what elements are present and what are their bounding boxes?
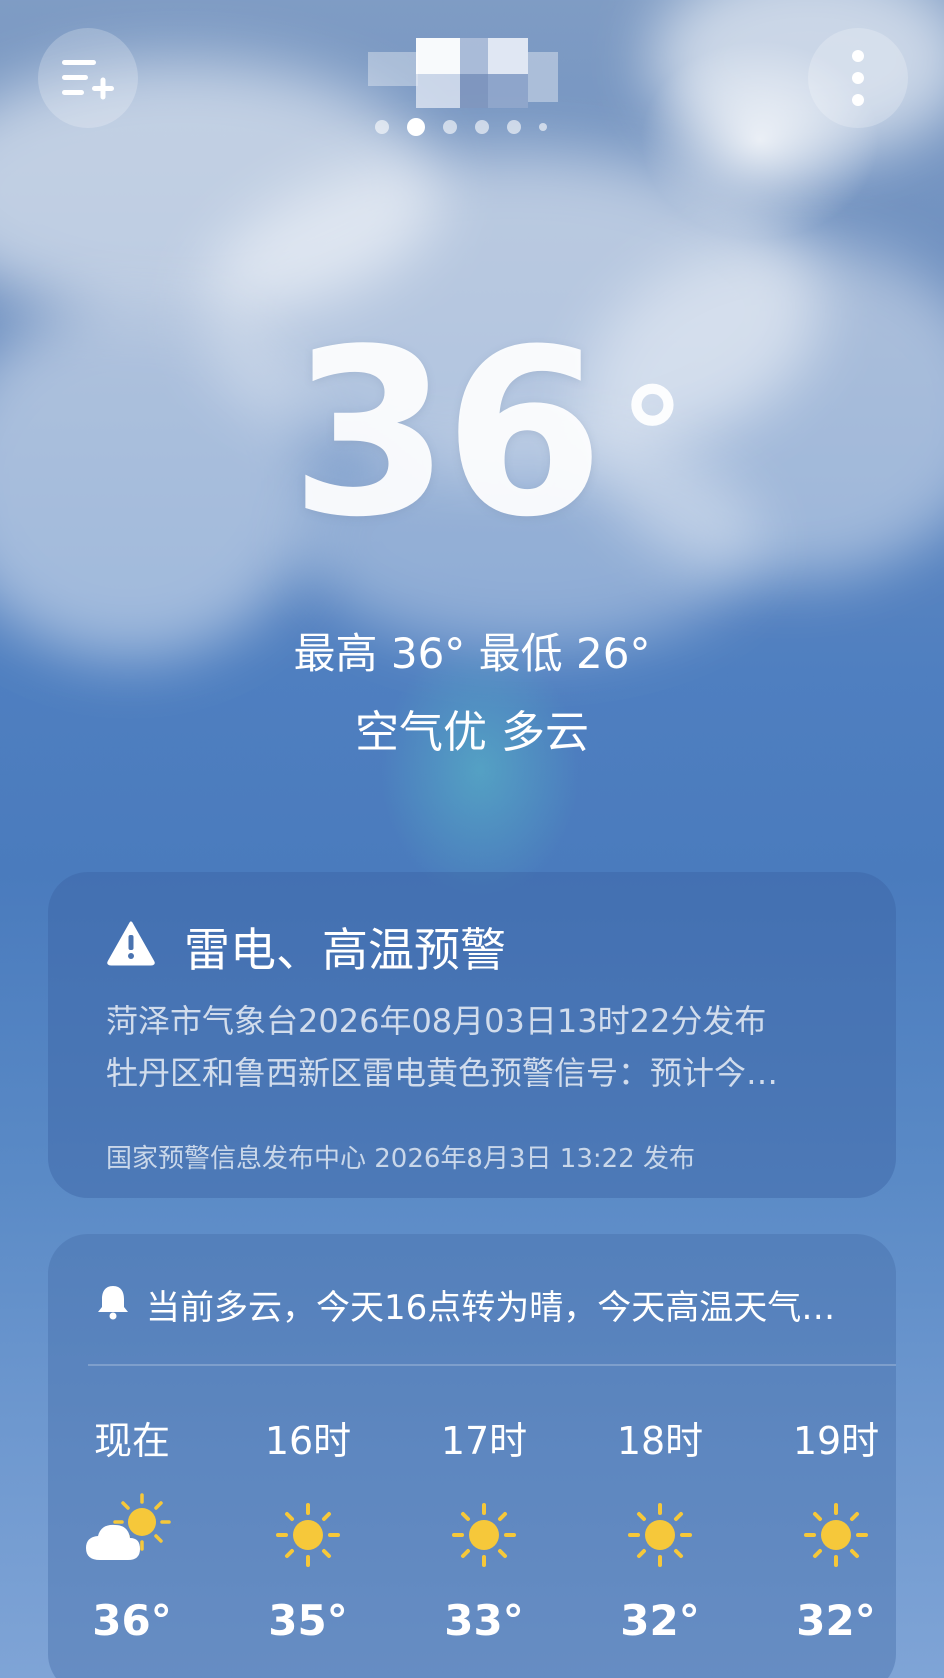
high-low-temperature: 最高 36° 最低 26° <box>293 629 651 678</box>
weather-alert-card[interactable]: 雷电、高温预警 菏泽市气象台2026年08月03日13时22分发布 牡丹区和鲁西… <box>48 872 896 1198</box>
hour-temp: 32° <box>620 1596 700 1645</box>
hour-label: 19时 <box>792 1419 880 1463</box>
hour-item-now[interactable]: 现在 36° <box>72 1410 192 1645</box>
alert-source: 国家预警信息发布中心 2026年8月3日 13:22 发布 <box>106 1144 695 1174</box>
hour-temp: 33° <box>444 1596 524 1645</box>
hour-item-18[interactable]: 18时 32° <box>600 1410 720 1645</box>
hourly-forecast-card[interactable]: 当前多云，今天16点转为晴，今天高温天气… 现在 36° 16时 35° 17时… <box>48 1234 896 1678</box>
hour-label: 16时 <box>264 1419 352 1463</box>
page-dot <box>375 120 389 134</box>
page-dot <box>539 123 547 131</box>
divider <box>88 1364 896 1366</box>
add-city-button[interactable] <box>38 28 138 128</box>
hour-label: 现在 <box>93 1419 170 1463</box>
page-dot <box>507 120 521 134</box>
partly-cloudy-icon <box>86 1493 171 1560</box>
page-dot-active <box>407 118 425 136</box>
more-vertical-icon <box>852 50 864 106</box>
page-indicator <box>375 118 547 136</box>
hour-temp: 35° <box>268 1596 348 1645</box>
degree-symbol: ° <box>620 360 685 512</box>
page-dot <box>443 120 457 134</box>
hour-item-16[interactable]: 16时 35° <box>248 1410 368 1645</box>
hour-item-19[interactable]: 19时 32° <box>776 1410 896 1645</box>
alert-issuer-line: 菏泽市气象台2026年08月03日13时22分发布 <box>106 1002 767 1040</box>
hour-temp: 36° <box>92 1596 172 1645</box>
more-options-button[interactable] <box>808 28 908 128</box>
alert-description-line: 牡丹区和鲁西新区雷电黄色预警信号：预计今… <box>106 1054 779 1092</box>
air-quality-condition: 空气优 多云 <box>355 707 589 758</box>
forecast-summary: 当前多云，今天16点转为晴，今天高温天气… <box>146 1288 836 1328</box>
hour-label: 18时 <box>616 1419 704 1463</box>
current-temperature: 36 <box>290 301 604 568</box>
sun-icon <box>628 1503 692 1567</box>
warning-triangle-icon <box>107 921 155 966</box>
city-name-pixelated <box>368 38 588 110</box>
sun-icon <box>452 1503 516 1567</box>
alert-title: 雷电、高温预警 <box>184 923 506 977</box>
hour-label: 17时 <box>440 1419 528 1463</box>
hour-temp: 32° <box>796 1596 876 1645</box>
hourly-list: 现在 36° 16时 35° 17时 33° 18时 32° 19时 32° <box>48 1410 896 1660</box>
bell-icon <box>98 1286 128 1320</box>
list-add-icon <box>62 60 114 100</box>
sun-icon <box>276 1503 340 1567</box>
page-dot <box>475 120 489 134</box>
hour-item-17[interactable]: 17时 33° <box>424 1410 544 1645</box>
sun-icon <box>804 1503 868 1567</box>
